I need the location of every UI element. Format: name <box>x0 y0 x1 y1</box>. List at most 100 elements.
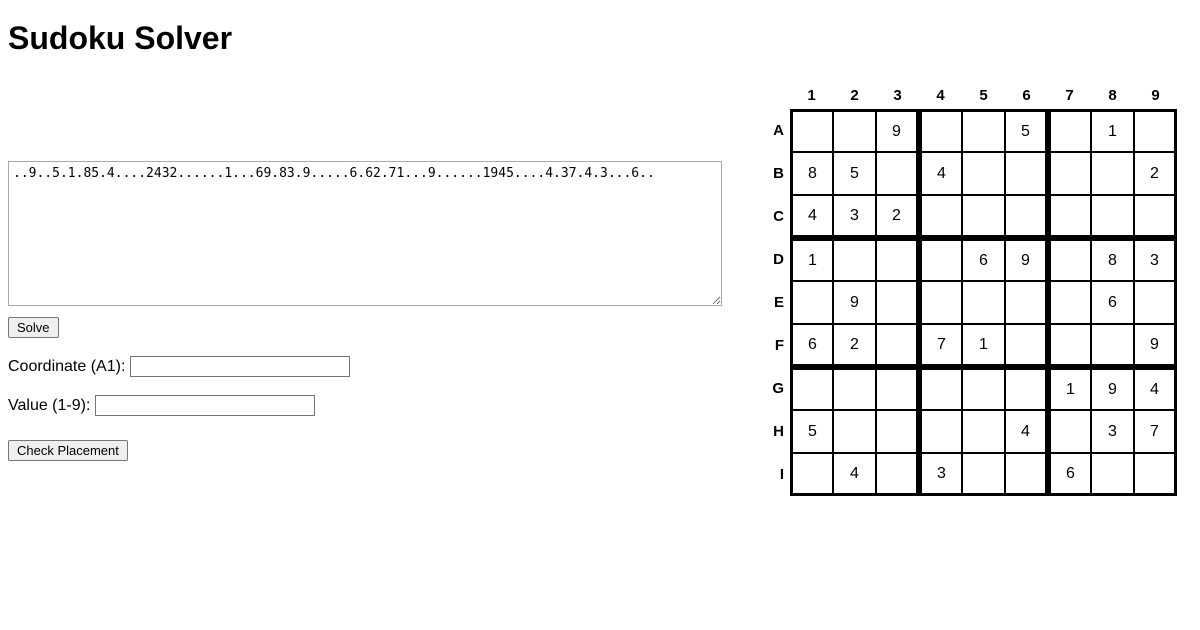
col-label-5: 5 <box>962 81 1005 109</box>
cell-G3 <box>876 367 919 410</box>
cell-F5: 1 <box>962 324 1005 367</box>
cell-B7 <box>1048 152 1091 195</box>
cell-G5 <box>962 367 1005 410</box>
row-label-H: H <box>762 410 790 453</box>
page-title: Sudoku Solver <box>8 20 1192 57</box>
cell-A1 <box>790 109 833 152</box>
cell-D4 <box>919 238 962 281</box>
cell-A5 <box>962 109 1005 152</box>
col-label-8: 8 <box>1091 81 1134 109</box>
cell-I8 <box>1091 453 1134 496</box>
puzzle-input-textarea[interactable] <box>8 161 722 306</box>
cell-B8 <box>1091 152 1134 195</box>
col-label-2: 2 <box>833 81 876 109</box>
cell-H7 <box>1048 410 1091 453</box>
cell-B3 <box>876 152 919 195</box>
cell-B1: 8 <box>790 152 833 195</box>
cell-H1: 5 <box>790 410 833 453</box>
cell-F9: 9 <box>1134 324 1177 367</box>
cell-H5 <box>962 410 1005 453</box>
cell-E1 <box>790 281 833 324</box>
cell-I9 <box>1134 453 1177 496</box>
cell-A9 <box>1134 109 1177 152</box>
cell-B2: 5 <box>833 152 876 195</box>
row-label-E: E <box>762 281 790 324</box>
row-label-G: G <box>762 367 790 410</box>
cell-D7 <box>1048 238 1091 281</box>
cell-B6 <box>1005 152 1048 195</box>
cell-F1: 6 <box>790 324 833 367</box>
cell-D9: 3 <box>1134 238 1177 281</box>
col-label-6: 6 <box>1005 81 1048 109</box>
row-label-C: C <box>762 195 790 238</box>
cell-C1: 4 <box>790 195 833 238</box>
row-label-B: B <box>762 152 790 195</box>
cell-A6: 5 <box>1005 109 1048 152</box>
cell-F8 <box>1091 324 1134 367</box>
cell-A4 <box>919 109 962 152</box>
cell-C5 <box>962 195 1005 238</box>
cell-E8: 6 <box>1091 281 1134 324</box>
cell-C6 <box>1005 195 1048 238</box>
col-label-4: 4 <box>919 81 962 109</box>
cell-D3 <box>876 238 919 281</box>
cell-B4: 4 <box>919 152 962 195</box>
cell-A3: 9 <box>876 109 919 152</box>
cell-F4: 7 <box>919 324 962 367</box>
cell-A2 <box>833 109 876 152</box>
cell-F2: 2 <box>833 324 876 367</box>
cell-G8: 9 <box>1091 367 1134 410</box>
cell-G1 <box>790 367 833 410</box>
cell-A7 <box>1048 109 1091 152</box>
cell-C7 <box>1048 195 1091 238</box>
cell-D8: 8 <box>1091 238 1134 281</box>
row-label-A: A <box>762 109 790 152</box>
cell-D1: 1 <box>790 238 833 281</box>
cell-A8: 1 <box>1091 109 1134 152</box>
value-input[interactable] <box>95 395 315 416</box>
cell-D2 <box>833 238 876 281</box>
check-placement-button[interactable]: Check Placement <box>8 440 128 461</box>
cell-C2: 3 <box>833 195 876 238</box>
coordinate-input[interactable] <box>130 356 350 377</box>
row-label-I: I <box>762 453 790 496</box>
cell-G2 <box>833 367 876 410</box>
sudoku-grid: 123456789A951B8542C432D16983E96F62719G19… <box>762 81 1182 496</box>
cell-G9: 4 <box>1134 367 1177 410</box>
cell-C3: 2 <box>876 195 919 238</box>
cell-G7: 1 <box>1048 367 1091 410</box>
cell-H8: 3 <box>1091 410 1134 453</box>
cell-I4: 3 <box>919 453 962 496</box>
solve-button[interactable]: Solve <box>8 317 59 338</box>
row-label-D: D <box>762 238 790 281</box>
cell-I3 <box>876 453 919 496</box>
cell-I2: 4 <box>833 453 876 496</box>
cell-E2: 9 <box>833 281 876 324</box>
cell-I6 <box>1005 453 1048 496</box>
cell-E4 <box>919 281 962 324</box>
cell-H9: 7 <box>1134 410 1177 453</box>
cell-H2 <box>833 410 876 453</box>
cell-F3 <box>876 324 919 367</box>
cell-G4 <box>919 367 962 410</box>
cell-H3 <box>876 410 919 453</box>
value-label: Value (1-9): <box>8 397 90 414</box>
cell-I1 <box>790 453 833 496</box>
row-label-F: F <box>762 324 790 367</box>
col-label-7: 7 <box>1048 81 1091 109</box>
cell-E3 <box>876 281 919 324</box>
coordinate-label: Coordinate (A1): <box>8 358 125 375</box>
cell-H6: 4 <box>1005 410 1048 453</box>
cell-I5 <box>962 453 1005 496</box>
cell-E9 <box>1134 281 1177 324</box>
cell-C8 <box>1091 195 1134 238</box>
cell-D6: 9 <box>1005 238 1048 281</box>
cell-B5 <box>962 152 1005 195</box>
cell-E6 <box>1005 281 1048 324</box>
cell-C4 <box>919 195 962 238</box>
cell-E5 <box>962 281 1005 324</box>
cell-D5: 6 <box>962 238 1005 281</box>
cell-F6 <box>1005 324 1048 367</box>
cell-H4 <box>919 410 962 453</box>
cell-E7 <box>1048 281 1091 324</box>
